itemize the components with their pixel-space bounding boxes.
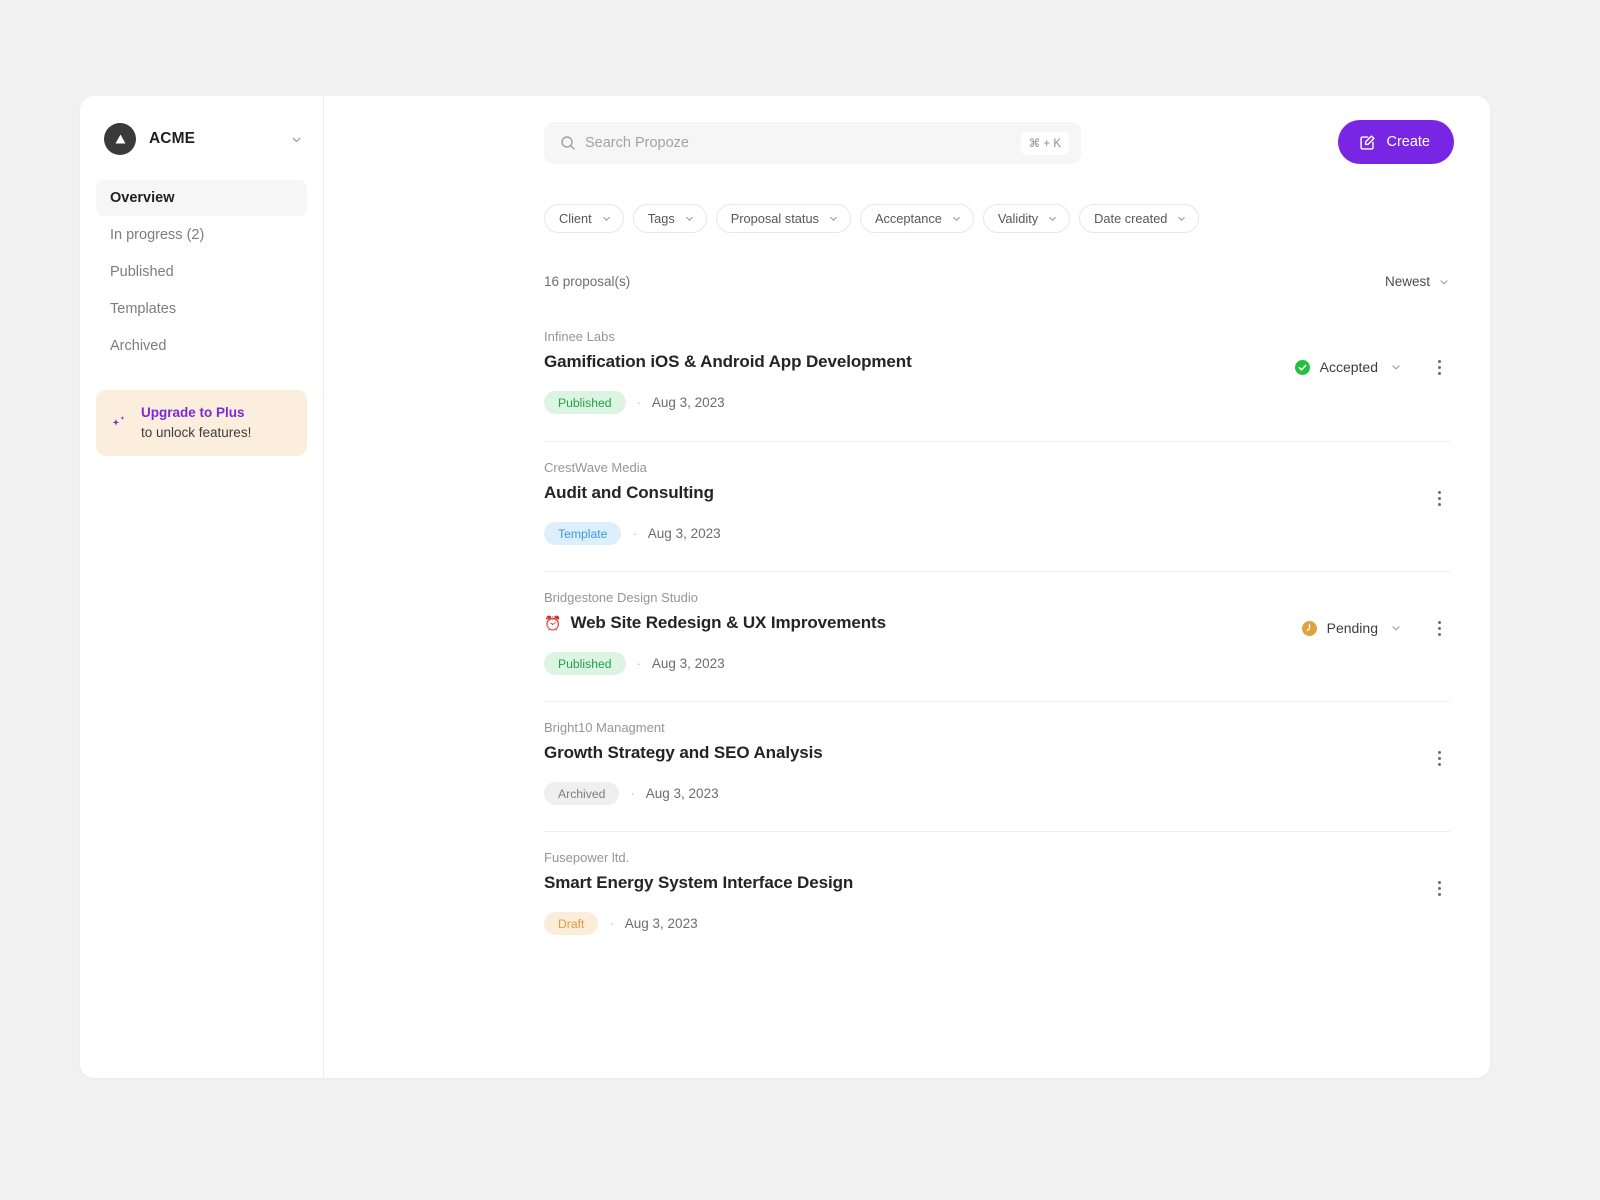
acceptance-status-label: Accepted bbox=[1320, 359, 1378, 375]
triangle-logo-icon bbox=[104, 123, 136, 155]
chevron-down-icon bbox=[951, 213, 962, 224]
proposal-title: Growth Strategy and SEO Analysis bbox=[544, 743, 823, 763]
status-badge: Archived bbox=[544, 782, 619, 805]
status-badge: Template bbox=[544, 522, 621, 545]
proposal-row[interactable]: CrestWave Media Audit and Consulting Tem… bbox=[544, 441, 1450, 571]
chevron-down-icon bbox=[601, 213, 612, 224]
filter-date-created[interactable]: Date created bbox=[1079, 204, 1199, 233]
sidebar-item-archived[interactable]: Archived bbox=[96, 328, 307, 364]
filter-tags[interactable]: Tags bbox=[633, 204, 707, 233]
filter-client[interactable]: Client bbox=[544, 204, 624, 233]
row-menu-button[interactable] bbox=[1428, 746, 1450, 770]
separator-dot: · bbox=[609, 917, 613, 930]
proposal-title: Gamification iOS & Android App Developme… bbox=[544, 352, 912, 372]
search-bar[interactable]: ⌘ + K bbox=[544, 122, 1081, 164]
sort-dropdown[interactable]: Newest bbox=[1385, 274, 1450, 289]
separator-dot: · bbox=[637, 396, 641, 409]
clock-circle-icon bbox=[1302, 621, 1317, 636]
proposal-date: Aug 3, 2023 bbox=[652, 395, 725, 410]
proposal-date: Aug 3, 2023 bbox=[652, 656, 725, 671]
create-button-label: Create bbox=[1386, 134, 1430, 150]
separator-dot: · bbox=[637, 657, 641, 670]
filter-label: Acceptance bbox=[875, 211, 942, 226]
upgrade-title: Upgrade to Plus bbox=[141, 403, 251, 423]
chevron-down-icon bbox=[1047, 213, 1058, 224]
create-button[interactable]: Create bbox=[1338, 120, 1454, 164]
filter-proposal-status[interactable]: Proposal status bbox=[716, 204, 851, 233]
proposal-client: CrestWave Media bbox=[544, 460, 1450, 475]
proposal-date: Aug 3, 2023 bbox=[648, 526, 721, 541]
search-shortcut-hint: ⌘ + K bbox=[1021, 132, 1069, 155]
app-window: ACME Overview In progress (2) Published … bbox=[80, 96, 1490, 1078]
upgrade-subtitle: to unlock features! bbox=[141, 423, 251, 443]
proposal-list: Infinee Labs Gamification iOS & Android … bbox=[544, 311, 1454, 961]
chevron-down-icon bbox=[684, 213, 695, 224]
sidebar-item-in-progress[interactable]: In progress (2) bbox=[96, 217, 307, 253]
sort-label: Newest bbox=[1385, 274, 1430, 289]
filter-label: Tags bbox=[648, 211, 675, 226]
proposal-title: Audit and Consulting bbox=[544, 483, 714, 503]
proposal-row[interactable]: Bright10 Managment Growth Strategy and S… bbox=[544, 701, 1450, 831]
main-content: ⌘ + K Create Client Tags Proposal bbox=[324, 96, 1490, 1078]
sidebar-item-label: Templates bbox=[110, 301, 176, 317]
sidebar-item-label: Published bbox=[110, 264, 174, 280]
chevron-down-icon bbox=[1176, 213, 1187, 224]
sidebar-nav: Overview In progress (2) Published Templ… bbox=[96, 180, 307, 364]
sidebar-item-label: Archived bbox=[110, 338, 166, 354]
chevron-down-icon bbox=[1438, 276, 1450, 288]
filter-chips: Client Tags Proposal status Acceptance V… bbox=[544, 204, 1454, 233]
search-input[interactable] bbox=[585, 135, 1021, 151]
status-badge: Published bbox=[544, 391, 626, 414]
list-header: 16 proposal(s) Newest bbox=[544, 274, 1454, 289]
sidebar: ACME Overview In progress (2) Published … bbox=[80, 96, 324, 1078]
status-badge: Draft bbox=[544, 912, 598, 935]
sidebar-item-published[interactable]: Published bbox=[96, 254, 307, 290]
search-icon bbox=[560, 135, 576, 151]
sidebar-item-templates[interactable]: Templates bbox=[96, 291, 307, 327]
row-menu-button[interactable] bbox=[1428, 876, 1450, 900]
filter-validity[interactable]: Validity bbox=[983, 204, 1070, 233]
proposal-row[interactable]: Fusepower ltd. Smart Energy System Inter… bbox=[544, 831, 1450, 961]
proposal-count: 16 proposal(s) bbox=[544, 274, 630, 289]
chevron-down-icon bbox=[828, 213, 839, 224]
chevron-down-icon bbox=[1390, 361, 1402, 373]
workspace-name: ACME bbox=[149, 130, 277, 148]
proposal-row[interactable]: Infinee Labs Gamification iOS & Android … bbox=[544, 311, 1450, 441]
acceptance-status-accepted[interactable]: Accepted bbox=[1295, 359, 1402, 375]
chevron-down-icon bbox=[1390, 622, 1402, 634]
separator-dot: · bbox=[630, 787, 634, 800]
acceptance-status-label: Pending bbox=[1327, 620, 1378, 636]
filter-acceptance[interactable]: Acceptance bbox=[860, 204, 974, 233]
proposal-client: Infinee Labs bbox=[544, 329, 1450, 344]
proposal-title: Web Site Redesign & UX Improvements bbox=[570, 613, 885, 633]
edit-square-icon bbox=[1359, 134, 1376, 151]
proposal-row[interactable]: Bridgestone Design Studio ⏰ Web Site Red… bbox=[544, 571, 1450, 701]
filter-label: Client bbox=[559, 211, 592, 226]
sidebar-item-label: In progress (2) bbox=[110, 227, 204, 243]
workspace-switcher[interactable]: ACME bbox=[96, 118, 307, 158]
alarm-clock-icon: ⏰ bbox=[544, 616, 561, 630]
proposal-title: Smart Energy System Interface Design bbox=[544, 873, 853, 893]
chevron-down-icon bbox=[290, 133, 303, 146]
proposal-date: Aug 3, 2023 bbox=[625, 916, 698, 931]
sidebar-item-label: Overview bbox=[110, 190, 175, 206]
row-menu-button[interactable] bbox=[1428, 355, 1450, 379]
filter-label: Proposal status bbox=[731, 211, 819, 226]
row-menu-button[interactable] bbox=[1428, 486, 1450, 510]
status-badge: Published bbox=[544, 652, 626, 675]
check-circle-icon bbox=[1295, 360, 1310, 375]
upgrade-to-plus-banner[interactable]: Upgrade to Plus to unlock features! bbox=[96, 390, 307, 456]
sidebar-item-overview[interactable]: Overview bbox=[96, 180, 307, 216]
filter-label: Validity bbox=[998, 211, 1038, 226]
acceptance-status-pending[interactable]: Pending bbox=[1302, 620, 1402, 636]
separator-dot: · bbox=[632, 527, 636, 540]
proposal-client: Fusepower ltd. bbox=[544, 850, 1450, 865]
topbar: ⌘ + K bbox=[544, 118, 1454, 164]
sparkles-icon bbox=[110, 413, 129, 432]
proposal-date: Aug 3, 2023 bbox=[646, 786, 719, 801]
proposal-client: Bright10 Managment bbox=[544, 720, 1450, 735]
proposal-client: Bridgestone Design Studio bbox=[544, 590, 1450, 605]
filter-label: Date created bbox=[1094, 211, 1167, 226]
row-menu-button[interactable] bbox=[1428, 616, 1450, 640]
